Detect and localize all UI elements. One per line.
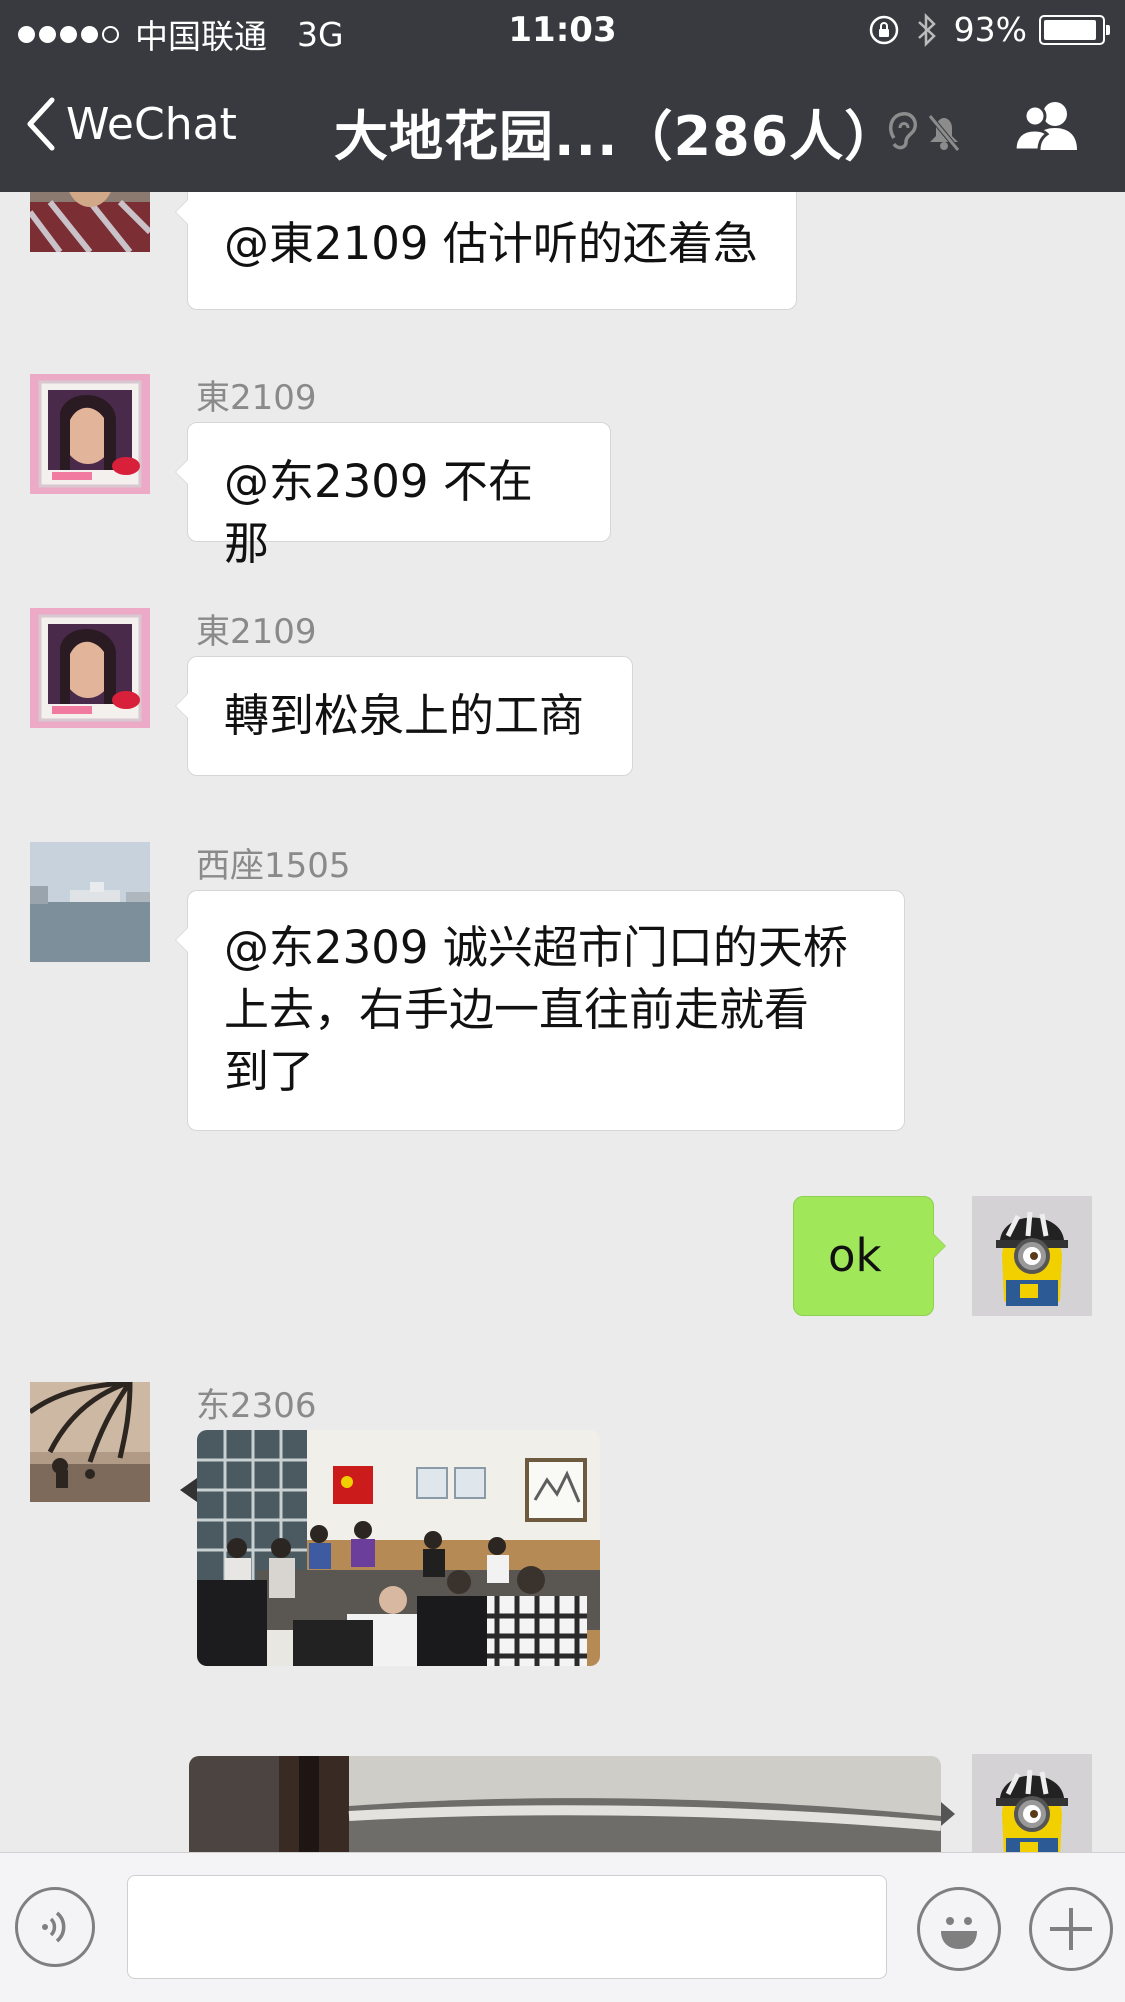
- rotation-lock-icon: [868, 14, 900, 46]
- message-text-line: 到了: [224, 1045, 315, 1098]
- message-text-line: @东2309 诚兴超市门口的天桥: [224, 921, 848, 974]
- chat-title: 大地花园...（286人）: [334, 105, 900, 168]
- status-right: 93%: [868, 10, 1110, 49]
- voice-icon: [42, 1911, 66, 1943]
- my-avatar[interactable]: [972, 1196, 1092, 1316]
- status-bar: 中国联通 3G 11:03 93%: [0, 0, 1125, 62]
- avatar[interactable]: [30, 842, 150, 962]
- group-members-icon[interactable]: [1013, 100, 1085, 156]
- sender-name: 东2306: [196, 1386, 317, 1426]
- message-bubble-self[interactable]: ok: [793, 1196, 946, 1316]
- top-bar: 中国联通 3G 11:03 93% WeChat 大地花园...（286人）: [0, 0, 1125, 192]
- sender-name: 西座1505: [196, 846, 351, 886]
- back-button[interactable]: WeChat: [26, 96, 237, 152]
- my-avatar[interactable]: [972, 1754, 1092, 1852]
- voice-button[interactable]: [15, 1887, 95, 1967]
- emoji-icon: [941, 1917, 977, 1949]
- mute-icon: [886, 108, 962, 160]
- message-input[interactable]: [127, 1875, 887, 1979]
- message-text: ok: [828, 1229, 882, 1282]
- battery-percent: 93%: [953, 10, 1027, 49]
- battery-icon: [1039, 14, 1110, 45]
- more-button[interactable]: [1029, 1887, 1113, 1971]
- message-bubble[interactable]: @東2109 估计听的还着急: [175, 192, 797, 310]
- image-bubble-tail: [180, 1478, 197, 1502]
- message-bubble[interactable]: 轉到松泉上的工商: [175, 656, 633, 776]
- message-text: @東2109 估计听的还着急: [224, 217, 758, 270]
- sender-name: 東2109: [196, 612, 317, 652]
- avatar[interactable]: [30, 192, 150, 252]
- image-bubble-tail: [941, 1802, 955, 1826]
- avatar[interactable]: [30, 1382, 150, 1502]
- back-chevron-icon: [27, 97, 55, 151]
- message-image-self[interactable]: [189, 1756, 941, 1852]
- message-text-line: 上去，右手边一直往前走就看: [224, 983, 810, 1036]
- avatar[interactable]: [30, 608, 150, 728]
- back-label: WeChat: [66, 98, 237, 150]
- message-image[interactable]: [197, 1430, 600, 1666]
- nav-bar: WeChat 大地花园...（286人）: [0, 62, 1125, 192]
- chat-messages[interactable]: @東2109 估计听的还着急 東2109 @东2309 不在那 東2109 轉到…: [0, 192, 1125, 1852]
- message-text: 轉到松泉上的工商: [224, 689, 585, 742]
- input-bar: [0, 1852, 1125, 2002]
- sender-name: 東2109: [196, 378, 317, 418]
- message-text: @东2309 不在那: [224, 455, 533, 570]
- bluetooth-icon: [916, 12, 938, 48]
- emoji-button[interactable]: [917, 1887, 1001, 1971]
- message-bubble[interactable]: @东2309 诚兴超市门口的天桥 上去，右手边一直往前走就看 到了: [175, 890, 905, 1131]
- message-bubble[interactable]: @东2309 不在那: [175, 422, 611, 570]
- plus-icon: [1050, 1908, 1092, 1950]
- avatar[interactable]: [30, 374, 150, 494]
